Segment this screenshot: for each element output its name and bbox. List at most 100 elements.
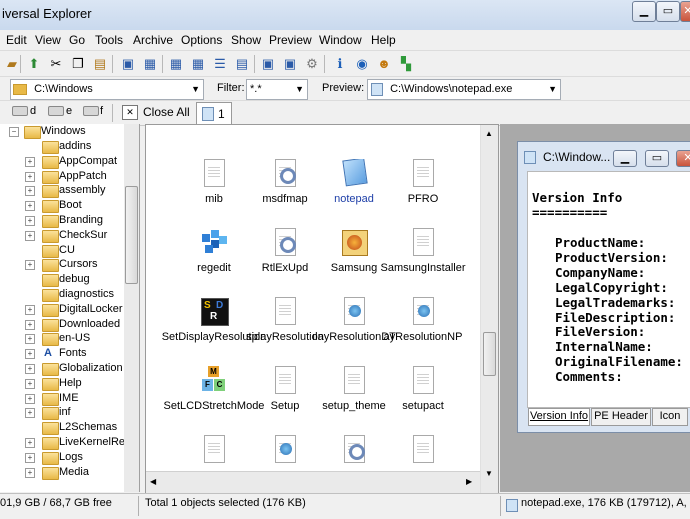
tree-item[interactable]: + Help: [0, 376, 124, 391]
expand-icon[interactable]: +: [25, 334, 35, 345]
menu-help[interactable]: Help: [371, 33, 396, 47]
menu-tools[interactable]: Tools: [95, 33, 123, 47]
filter-combo[interactable]: *.* ▼: [246, 79, 308, 100]
close-window-button[interactable]: ✕: [680, 1, 690, 22]
puzzle-icon[interactable]: ▚: [396, 54, 416, 74]
tree-item[interactable]: + Globalization: [0, 361, 124, 376]
path-combo[interactable]: C:\Windows ▼: [10, 79, 204, 100]
menu-archive[interactable]: Archive: [133, 33, 173, 47]
drive-f-label[interactable]: f: [100, 105, 103, 117]
expand-icon[interactable]: +: [25, 171, 35, 182]
expand-icon[interactable]: +: [25, 364, 35, 374]
expand-icon[interactable]: +: [25, 304, 35, 315]
tree-scroll-thumb[interactable]: [125, 186, 138, 284]
preview-minimize-button[interactable]: ▁: [613, 150, 637, 167]
tree-item[interactable]: + inf: [0, 405, 124, 421]
monitor-icon[interactable]: ▣: [280, 54, 300, 74]
preview-close-button[interactable]: ✕: [676, 150, 690, 167]
expand-icon[interactable]: +: [25, 378, 35, 389]
tree-item[interactable]: + Downloaded P: [0, 317, 131, 332]
file-scroll-thumb[interactable]: [483, 332, 496, 376]
file-hscrollbar[interactable]: ◀ ▶: [146, 471, 480, 493]
properties-icon[interactable]: ▣: [118, 54, 138, 74]
maximize-button[interactable]: ▭: [656, 1, 680, 22]
menu-go[interactable]: Go: [69, 33, 85, 47]
copy-icon[interactable]: ❐: [68, 54, 88, 74]
expand-icon[interactable]: +: [25, 260, 35, 271]
drive-d-label[interactable]: d: [30, 105, 36, 117]
tools-icon[interactable]: ⚙: [302, 54, 322, 74]
expand-icon[interactable]: +: [25, 349, 35, 360]
tab-1[interactable]: 1: [196, 102, 232, 124]
menu-preview[interactable]: Preview: [269, 33, 312, 47]
file-item[interactable]: PFRO: [368, 159, 478, 205]
tree-item[interactable]: L2Schemas: [0, 420, 124, 436]
file-scrollbar[interactable]: ▲ ▼: [480, 125, 498, 493]
tab-version-info[interactable]: Version Info: [528, 408, 590, 426]
menu-window[interactable]: Window: [319, 33, 362, 47]
tree-item[interactable]: + assembly: [0, 183, 124, 199]
drive-e-label[interactable]: e: [66, 105, 72, 117]
tab-pe-header[interactable]: PE Header: [591, 408, 651, 426]
expand-icon[interactable]: +: [25, 393, 35, 404]
tree-item[interactable]: + Media: [0, 465, 124, 480]
globe-icon[interactable]: ◉: [352, 54, 372, 74]
expand-icon[interactable]: +: [25, 452, 35, 463]
chevron-down-icon[interactable]: ▼: [191, 80, 200, 99]
expand-icon[interactable]: +: [25, 156, 35, 167]
tree-item[interactable]: + A Fonts: [0, 346, 124, 361]
tree-scrollbar[interactable]: [124, 124, 139, 492]
drive-d-icon[interactable]: [12, 106, 28, 116]
tab-icon[interactable]: Icon: [652, 408, 688, 426]
info-icon[interactable]: ℹ: [330, 54, 350, 74]
collapse-icon[interactable]: −: [9, 127, 19, 137]
menu-show[interactable]: Show: [231, 33, 261, 47]
menu-edit[interactable]: Edit: [6, 33, 27, 47]
drive-e-icon[interactable]: [48, 106, 64, 116]
chevron-down-icon[interactable]: ▼: [295, 80, 304, 99]
tree-item[interactable]: + en-US: [0, 331, 124, 347]
expand-icon[interactable]: +: [25, 186, 35, 197]
file-item[interactable]: [368, 435, 478, 469]
scroll-right-icon[interactable]: ▶: [466, 477, 472, 486]
expand-icon[interactable]: +: [25, 230, 35, 241]
cut-icon[interactable]: ✂: [46, 54, 66, 74]
close-all-icon[interactable]: ✕: [122, 105, 138, 120]
file-item[interactable]: SamsungInstaller: [368, 228, 478, 274]
large-icons-view-icon[interactable]: ▦: [166, 54, 186, 74]
tree-item[interactable]: + DigitalLocker: [0, 302, 124, 317]
preview-maximize-button[interactable]: ▭: [645, 150, 669, 167]
scroll-up-icon[interactable]: ▲: [485, 129, 493, 138]
scroll-down-icon[interactable]: ▼: [485, 469, 493, 478]
close-all-button[interactable]: Close All: [143, 105, 190, 119]
tree-item[interactable]: + CheckSur: [0, 228, 124, 243]
tree-item-root[interactable]: − Windows: [0, 124, 124, 139]
expand-icon[interactable]: +: [25, 438, 35, 448]
paste-icon[interactable]: ▤: [90, 54, 110, 74]
expand-icon[interactable]: +: [25, 216, 35, 226]
expand-icon[interactable]: +: [25, 201, 35, 212]
tree-item[interactable]: + IME: [0, 391, 124, 406]
preview-combo[interactable]: C:\Windows\notepad.exe ▼: [367, 79, 561, 100]
open-folder-icon[interactable]: ▰: [2, 54, 22, 74]
menu-view[interactable]: View: [35, 33, 61, 47]
tree-item[interactable]: + LiveKernelRep: [0, 435, 131, 450]
tree-item[interactable]: CU: [0, 243, 124, 258]
preview-icon[interactable]: ▦: [140, 54, 160, 74]
drive-f-icon[interactable]: [83, 106, 99, 116]
tree-item[interactable]: debug: [0, 272, 124, 288]
tree-item[interactable]: diagnostics: [0, 287, 124, 302]
thumbnails-view-icon[interactable]: ▣: [258, 54, 278, 74]
tree-item[interactable]: addins: [0, 139, 124, 154]
file-item[interactable]: setupact: [368, 366, 478, 412]
small-icons-view-icon[interactable]: ▦: [188, 54, 208, 74]
list-view-icon[interactable]: ☰: [210, 54, 230, 74]
tree-item[interactable]: + AppPatch: [0, 169, 124, 184]
tree-item[interactable]: + Branding: [0, 213, 124, 228]
details-view-icon[interactable]: ▤: [232, 54, 252, 74]
tree-item[interactable]: + Logs: [0, 450, 124, 465]
theater-icon[interactable]: ☻: [374, 54, 394, 74]
expand-icon[interactable]: +: [25, 319, 35, 330]
up-folder-icon[interactable]: ⬆: [24, 54, 44, 74]
chevron-down-icon[interactable]: ▼: [548, 80, 557, 99]
